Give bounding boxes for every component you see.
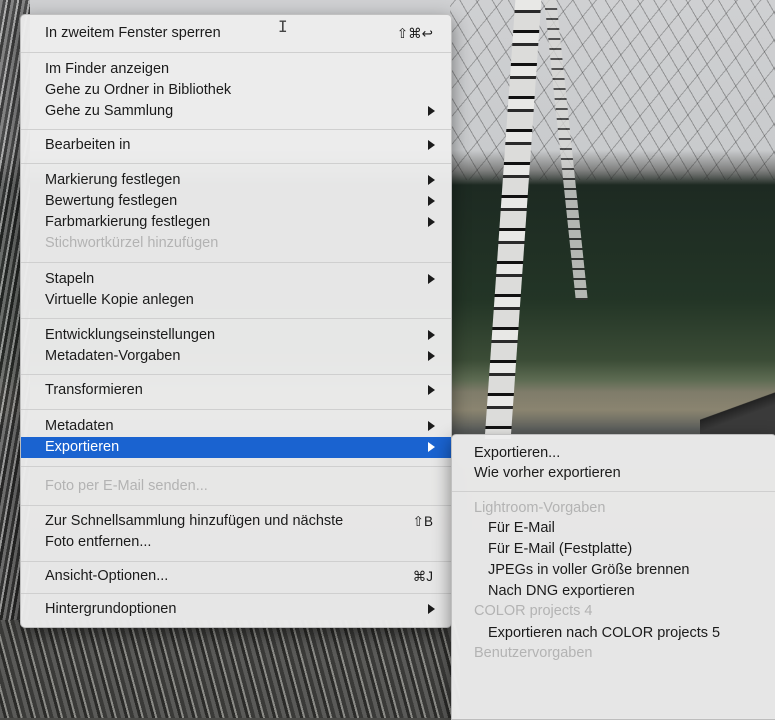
submenu-header-color-projects-4: COLOR projects 4 [452,601,775,622]
menu-item-view-options[interactable]: Ansicht-Optionen... ⌘J [21,566,451,587]
menu-section-header: Benutzervorgaben [474,645,593,661]
shortcut-label: ⌘J [412,569,433,584]
menu-item-label: Metadaten [45,418,114,434]
context-menu: In zweitem Fenster sperren ⇧⌘↩ Im Finder… [20,14,452,628]
menu-item-go-to-collection[interactable]: Gehe zu Sammlung [21,101,451,122]
triangle-right-icon [428,421,435,431]
menu-item-email-photo: Foto per E-Mail senden... [21,476,451,497]
triangle-right-icon [428,106,435,116]
menu-item-add-to-quick-collection[interactable]: Zur Schnellsammlung hinzufügen und nächs… [21,511,451,532]
menu-separator [21,374,451,375]
menu-item-go-to-folder[interactable]: Gehe zu Ordner in Bibliothek [21,80,451,101]
menu-item-remove-photo[interactable]: Foto entfernen... [21,532,451,553]
menu-separator [21,262,451,263]
menu-item-lock-second-window[interactable]: In zweitem Fenster sperren ⇧⌘↩ [21,23,451,44]
menu-separator [21,129,451,130]
triangle-right-icon [428,196,435,206]
export-submenu: Exportieren... Wie vorher exportieren Li… [451,434,775,720]
shortcut-label: ⇧B [412,514,433,529]
menu-item-label: Zur Schnellsammlung hinzufügen und nächs… [45,513,344,529]
menu-item-label: Exportieren nach COLOR projects 5 [488,625,721,641]
menu-item-develop-settings[interactable]: Entwicklungseinstellungen [21,325,451,346]
menu-separator [21,466,451,467]
menu-separator [21,593,451,594]
menu-item-set-color-label[interactable]: Farbmarkierung festlegen [21,212,451,233]
menu-item-label: Foto entfernen... [45,534,152,550]
menu-section-header: COLOR projects 4 [474,603,593,619]
menu-item-label: Gehe zu Ordner in Bibliothek [45,82,232,98]
triangle-right-icon [428,175,435,185]
menu-item-export[interactable]: Exportieren [21,437,451,458]
submenu-item-for-email-hard-drive[interactable]: Für E-Mail (Festplatte) [452,539,775,560]
triangle-right-icon [428,140,435,150]
menu-item-label: Bearbeiten in [45,137,131,153]
menu-item-label: Für E-Mail [488,520,555,536]
menu-separator [21,561,451,562]
menu-item-edit-in[interactable]: Bearbeiten in [21,135,451,156]
photo-undergrowth [0,620,460,718]
shortcut-label: ⇧⌘↩ [396,26,433,41]
menu-item-label: Für E-Mail (Festplatte) [488,541,633,557]
menu-item-label: Farbmarkierung festlegen [45,214,211,230]
triangle-right-icon [428,274,435,284]
submenu-item-export-color-projects-5[interactable]: Exportieren nach COLOR projects 5 [452,623,775,644]
hut-roof [700,380,775,440]
menu-separator [21,52,451,53]
submenu-item-export-as-previous[interactable]: Wie vorher exportieren [452,463,775,484]
menu-item-label: Nach DNG exportieren [488,583,635,599]
triangle-right-icon [428,330,435,340]
triangle-right-icon [428,217,435,227]
tree-branches [450,0,775,180]
submenu-item-for-email[interactable]: Für E-Mail [452,518,775,539]
menu-item-label: Exportieren [45,439,120,455]
menu-item-label: JPEGs in voller Größe brennen [488,562,690,578]
menu-item-label: Stichwortkürzel hinzufügen [45,235,219,251]
menu-item-label: Transformieren [45,382,143,398]
menu-item-label: Foto per E-Mail senden... [45,478,208,494]
submenu-item-export-dng[interactable]: Nach DNG exportieren [452,581,775,602]
menu-item-metadata[interactable]: Metadaten [21,416,451,437]
menu-item-label: Stapeln [45,271,95,287]
menu-section-header: Lightroom-Vorgaben [474,500,606,516]
menu-item-metadata-presets[interactable]: Metadaten-Vorgaben [21,346,451,367]
menu-item-label: Ansicht-Optionen... [45,568,169,584]
triangle-right-icon [428,385,435,395]
menu-item-set-rating[interactable]: Bewertung festlegen [21,191,451,212]
submenu-item-burn-full-jpegs[interactable]: JPEGs in voller Größe brennen [452,560,775,581]
menu-item-label: Im Finder anzeigen [45,61,170,77]
menu-item-label: Wie vorher exportieren [474,465,621,481]
menu-item-label: Markierung festlegen [45,172,181,188]
menu-item-label: Gehe zu Sammlung [45,103,174,119]
menu-item-virtual-copy[interactable]: Virtuelle Kopie anlegen [21,290,451,311]
menu-item-set-flag[interactable]: Markierung festlegen [21,170,451,191]
submenu-header-lightroom-presets: Lightroom-Vorgaben [452,498,775,519]
menu-item-label: Hintergrundoptionen [45,601,177,617]
menu-item-add-keyword-shortcut: Stichwortkürzel hinzufügen [21,233,451,254]
menu-item-label: In zweitem Fenster sperren [45,25,221,41]
menu-item-label: Entwicklungseinstellungen [45,327,216,343]
submenu-item-export[interactable]: Exportieren... [452,443,775,464]
menu-separator [452,491,775,492]
menu-item-stacking[interactable]: Stapeln [21,269,451,290]
menu-item-background-options[interactable]: Hintergrundoptionen [21,599,451,620]
menu-item-transform[interactable]: Transformieren [21,380,451,401]
triangle-right-icon [428,442,435,452]
triangle-right-icon [428,604,435,614]
I-beam-cursor-icon: I [278,17,288,36]
submenu-header-user-presets: Benutzervorgaben [452,643,775,664]
menu-separator [21,505,451,506]
menu-item-show-in-finder[interactable]: Im Finder anzeigen [21,59,451,80]
menu-separator [21,318,451,319]
menu-item-label: Virtuelle Kopie anlegen [45,292,194,308]
menu-item-label: Bewertung festlegen [45,193,178,209]
menu-item-label: Exportieren... [474,445,561,461]
triangle-right-icon [428,351,435,361]
menu-item-label: Metadaten-Vorgaben [45,348,181,364]
menu-separator [21,163,451,164]
menu-separator [21,409,451,410]
